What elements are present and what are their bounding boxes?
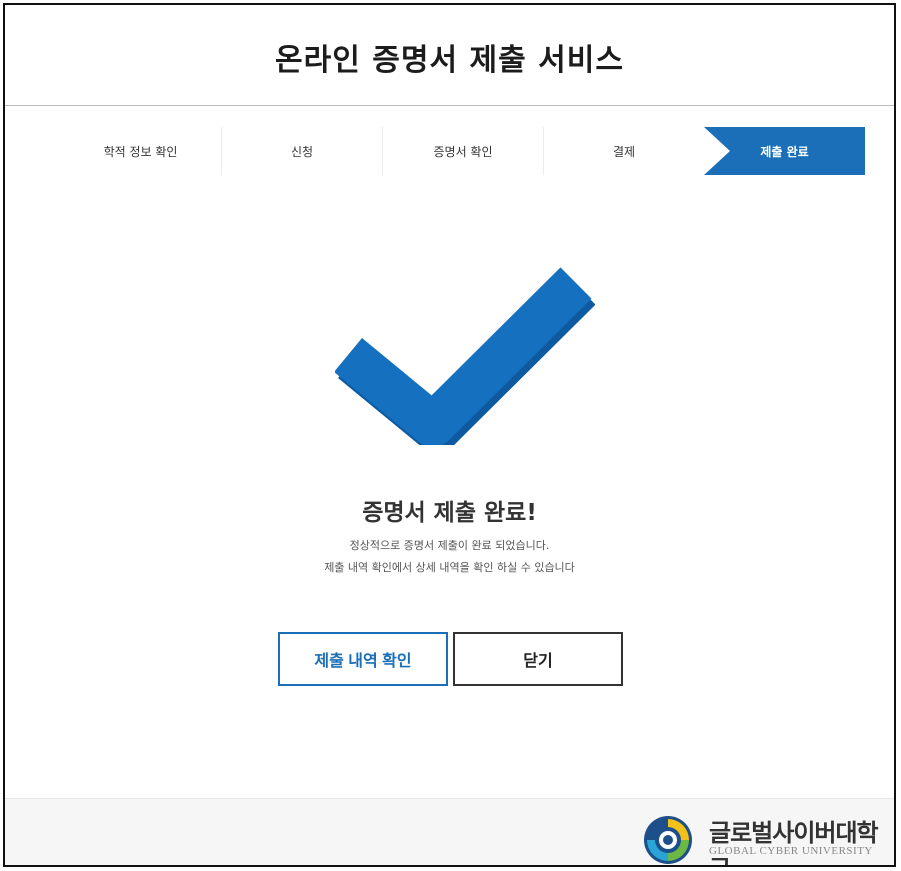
- footer: 글로벌사이버대학교 GLOBAL CYBER UNIVERSITY: [5, 798, 894, 865]
- step-academic-info: 학적 정보 확인: [60, 127, 221, 175]
- page-frame: 온라인 증명서 제출 서비스 학적 정보 확인 신청 증명서 확인 결제 제출 …: [3, 3, 896, 867]
- close-button[interactable]: 닫기: [453, 632, 623, 686]
- university-name-korean: 글로벌사이버대학교: [709, 819, 879, 865]
- page-header: 온라인 증명서 제출 서비스: [5, 5, 894, 106]
- complete-message: 정상적으로 증명서 제출이 완료 되었습니다.: [349, 539, 550, 552]
- step-label: 신청: [290, 144, 314, 159]
- complete-title: 증명서 제출 완료!: [362, 500, 537, 526]
- view-history-button[interactable]: 제출 내역 확인: [278, 632, 448, 686]
- progress-steps: 학적 정보 확인 신청 증명서 확인 결제 제출 완료: [60, 127, 865, 175]
- page-title: 온라인 증명서 제출 서비스: [275, 43, 624, 78]
- step-payment: 결제: [543, 127, 704, 175]
- university-logo-icon: [644, 816, 692, 864]
- university-name-english: GLOBAL CYBER UNIVERSITY: [709, 845, 873, 857]
- complete-hint: 제출 내역 확인에서 상세 내역을 확인 하실 수 있습니다: [324, 561, 575, 574]
- step-label: 제출 완료: [760, 144, 809, 159]
- step-label: 학적 정보 확인: [103, 144, 178, 159]
- step-submit-complete: 제출 완료: [704, 127, 865, 175]
- step-apply: 신청: [221, 127, 382, 175]
- step-label: 증명서 확인: [433, 144, 493, 159]
- check-icon: [334, 267, 596, 453]
- step-label: 결제: [612, 144, 636, 159]
- step-certificate-check: 증명서 확인: [382, 127, 543, 175]
